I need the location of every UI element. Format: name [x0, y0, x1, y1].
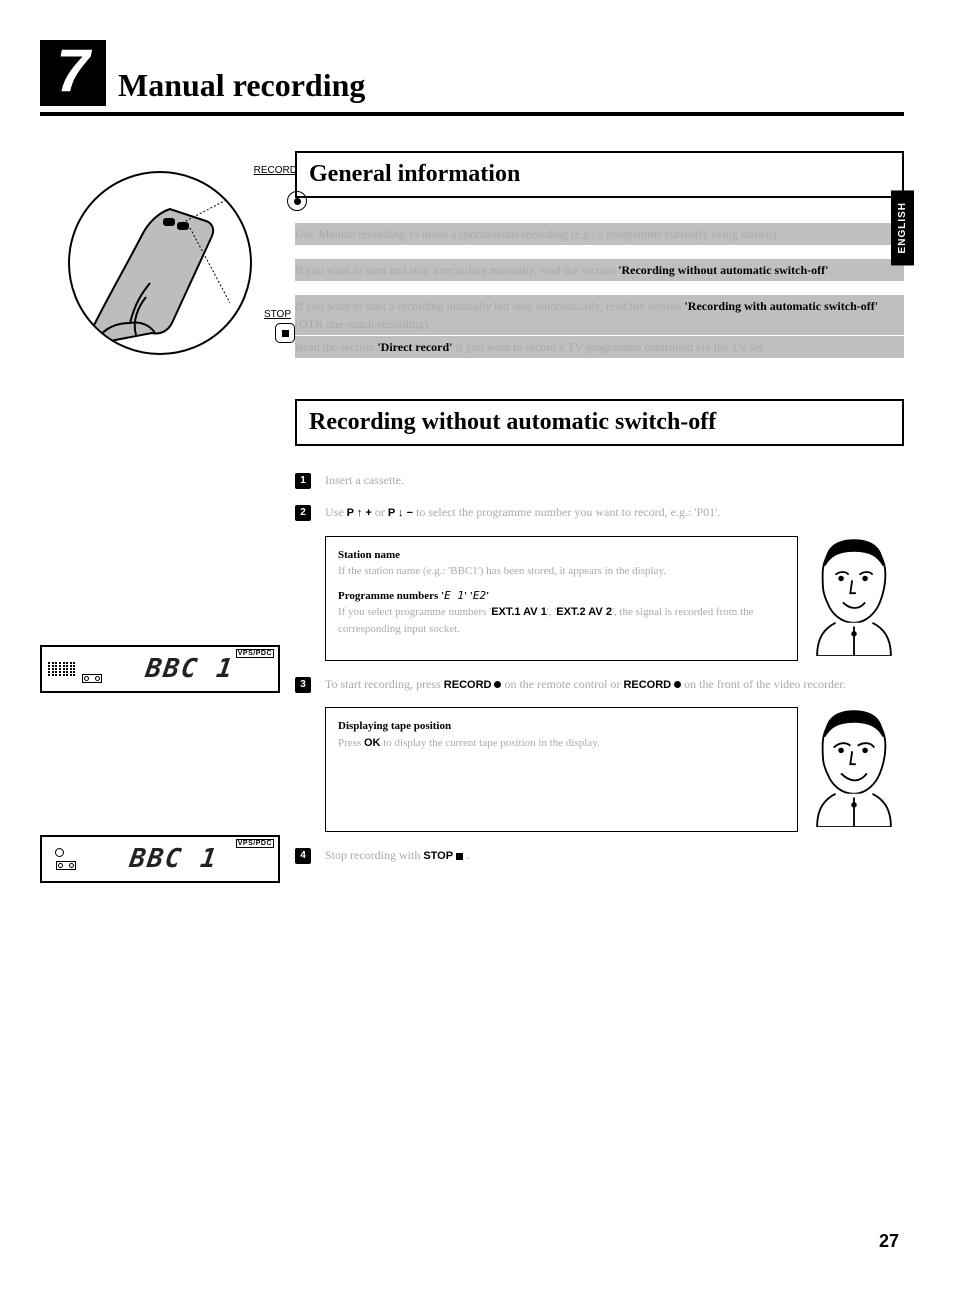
tip1-h2-post: '	[486, 590, 489, 602]
section-heading-general: General information	[295, 151, 904, 198]
display-text-1: BBC 1	[106, 654, 274, 684]
step-1: 1 Insert a cassette.	[295, 471, 904, 489]
general-para3-post: (OTR one-touch-recording).	[295, 317, 431, 331]
step2-mid: or	[375, 505, 388, 519]
tape-icon	[56, 861, 76, 870]
tip2-h: Displaying tape position	[338, 718, 785, 735]
remote-circle	[68, 171, 252, 355]
tip1-h1: Station name	[338, 547, 785, 564]
key-stop: STOP	[423, 850, 463, 862]
key-p-up: P ↑ +	[347, 507, 372, 519]
record-dot-icon	[55, 848, 64, 857]
bullet-4: 4	[295, 848, 311, 864]
step-1-text: Insert a cassette.	[325, 471, 904, 489]
step4-pre: Stop recording with	[325, 848, 423, 862]
general-para3-bold: 'Recording with automatic switch-off'	[684, 299, 878, 313]
tip1-h2-pre: Programme numbers '	[338, 590, 444, 602]
general-para3-pre: If you want to start a recording manuall…	[295, 299, 684, 313]
section-heading-recording: Recording without automatic switch-off	[295, 399, 904, 446]
tip1-seg2: E2	[473, 589, 486, 602]
tip1-h2-mid: ' '	[464, 590, 473, 602]
step3-mid: on the remote control or	[504, 677, 623, 691]
general-para4-post: if you want to record a TV programme con…	[456, 340, 767, 354]
key-ext2: EXT.2 AV 2	[556, 606, 612, 618]
stop-label: STOP	[264, 309, 291, 320]
vcr-display-1: VPS/PDC BBC 1	[40, 645, 280, 693]
face-icon	[804, 707, 904, 827]
record-label: RECORD	[254, 165, 297, 176]
face-icon	[804, 536, 904, 656]
tip2-post: to display the current tape position in …	[383, 737, 600, 749]
general-info-body: Use 'Manual recording' to make a spontan…	[295, 223, 904, 358]
stop-button-icon	[275, 323, 295, 343]
tip1-l2-pre: If you select programme numbers '	[338, 606, 491, 618]
tip2-pre: Press	[338, 737, 364, 749]
key-record-remote: RECORD	[444, 679, 502, 691]
key-p-down: P ↓ −	[388, 507, 413, 519]
key-ext1: EXT.1 AV 1	[491, 606, 547, 618]
tip1-seg1: E 1	[444, 589, 464, 602]
general-para2-post: .	[828, 263, 831, 277]
hand-remote-icon	[70, 173, 250, 353]
step2-pre: Use	[325, 505, 347, 519]
bullet-1: 1	[295, 473, 311, 489]
record-button-icon	[287, 191, 307, 211]
remote-illustration: RECORD	[55, 171, 265, 355]
step-4: 4 Stop recording with STOP .	[295, 846, 904, 865]
page-number: 27	[879, 1231, 899, 1252]
step2-post: to select the programme number you want …	[416, 505, 720, 519]
general-para2-bold: 'Recording without automatic switch-off'	[618, 263, 828, 277]
tip-box-2: Displaying tape position Press OK to dis…	[325, 707, 904, 832]
general-para1: Use 'Manual recording' to make a spontan…	[295, 227, 779, 241]
chapter-number: 7	[40, 40, 106, 106]
right-column: General information Use 'Manual recordin…	[295, 151, 904, 895]
page: 7 Manual recording ENGLISH RECORD	[0, 0, 954, 1302]
key-record-front: RECORD	[623, 679, 681, 691]
general-para2-pre: If you want to start and stop a recordin…	[295, 263, 618, 277]
chapter-header: 7 Manual recording	[40, 40, 904, 116]
left-column: RECORD	[40, 151, 295, 895]
step-3: 3 To start recording, press RECORD on th…	[295, 675, 904, 694]
language-tab: ENGLISH	[891, 190, 914, 265]
chapter-title: Manual recording	[118, 67, 365, 106]
tip1-l2-mid: ', '	[547, 606, 556, 618]
bullet-3: 3	[295, 677, 311, 693]
step3-post: on the front of the video recorder.	[684, 677, 846, 691]
step3-pre: To start recording, press	[325, 677, 444, 691]
general-para4-bold: 'Direct record'	[377, 340, 452, 354]
bullet-2: 2	[295, 505, 311, 521]
step4-post: .	[466, 848, 469, 862]
tip1-l1: If the station name (e.g.: 'BBC1') has b…	[338, 563, 785, 580]
dot-matrix-icon	[48, 662, 76, 676]
vcr-display-2: VPS/PDC BBC 1	[40, 835, 280, 883]
display-text-2: BBC 1	[74, 844, 274, 874]
general-para4-pre: Read the section	[295, 340, 377, 354]
step-2: 2 Use P ↑ + or P ↓ − to select the progr…	[295, 503, 904, 522]
tip-box-1: Station name If the station name (e.g.: …	[325, 536, 904, 661]
tape-icon	[82, 674, 102, 683]
key-ok: OK	[364, 737, 381, 749]
